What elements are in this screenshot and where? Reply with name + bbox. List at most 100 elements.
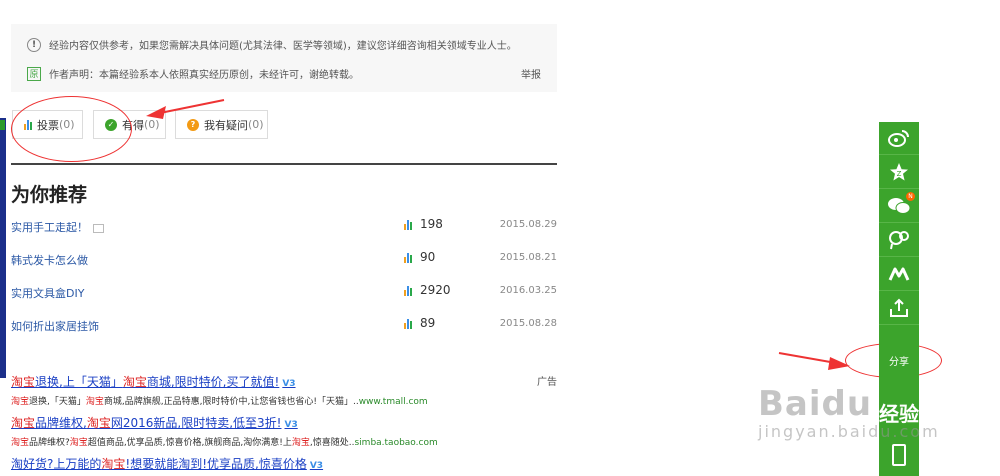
renren-icon [888, 267, 910, 281]
ad-title-part: 退换,上「天猫」 [35, 375, 123, 389]
ad-title-link[interactable]: 淘宝品牌维权,淘宝网2016新品,限时特卖,低至3折! V3 [11, 414, 557, 431]
new-badge: N [906, 192, 915, 201]
question-circle-icon: ? [187, 118, 199, 131]
ad-desc-part: 超值商品,优享品质,惊喜价格,旗舰商品,淘你满意!上 [87, 438, 292, 448]
ad-title-part: 淘宝 [86, 416, 111, 430]
ad-desc-part: ,惊喜随处.. [309, 438, 355, 448]
ad-title-link[interactable]: 淘宝退换,上「天猫」淘宝商城,限时特价,买了就值! V3 [11, 373, 557, 390]
ad-url[interactable]: simba.taobao.com [354, 438, 437, 448]
share-wechat-button[interactable]: N [879, 190, 919, 223]
recommend-title-text: 如何折出家居挂饰 [11, 320, 99, 333]
author-statement-text: 作者声明：本篇经验系本人依照真实经历原创，未经许可，谢绝转载。 [49, 70, 359, 81]
share-renren-button[interactable] [879, 258, 919, 291]
view-count: 89 [404, 316, 435, 330]
recommend-row: 实用文具盒DIY 2920 2016.03.25 [11, 283, 557, 303]
image-icon [93, 223, 104, 233]
share-button[interactable]: 分享 [879, 344, 919, 377]
view-count-value: 2920 [420, 283, 451, 297]
svg-text:Z: Z [897, 170, 902, 178]
recommend-date: 2016.03.25 [499, 285, 557, 296]
verified-badge: V3 [309, 461, 324, 471]
bar-chart-icon [404, 318, 412, 329]
share-qzone-button[interactable]: Z [879, 156, 919, 189]
ad-item: 淘宝退换,上「天猫」淘宝商城,限时特价,买了就值! V3 淘宝退换,「天猫」淘宝商城… [11, 373, 557, 407]
recommend-link[interactable]: 实用手工走起！ [11, 219, 104, 235]
view-count: 198 [404, 217, 443, 231]
verified-badge: V3 [282, 379, 296, 389]
ad-title-part: 商城,限时特价,买了就值! [146, 375, 280, 389]
view-count-value: 90 [420, 250, 436, 264]
left-edge-strip [0, 118, 6, 378]
share-upload-button[interactable] [879, 292, 919, 325]
ad-title-part: 淘宝 [101, 457, 126, 471]
qzone-star-icon: Z [890, 163, 908, 181]
ad-title-part: 网2016新品,限时特卖,低至3折! [110, 416, 282, 430]
section-divider [11, 163, 557, 165]
recommend-row: 如何折出家居挂饰 89 2015.08.28 [11, 316, 557, 336]
report-link[interactable]: 举报 [521, 66, 541, 81]
ad-title-part: 淘宝 [122, 375, 147, 389]
share-weibo-button[interactable] [879, 122, 919, 155]
ad-description: 淘宝品牌维权?淘宝超值商品,优享品质,惊喜价格,旗舰商品,淘你满意!上淘宝,惊喜… [11, 435, 557, 448]
recommend-link[interactable]: 实用文具盒DIY [11, 285, 84, 301]
ad-title-link[interactable]: 淘好货?上万能的淘宝!想要就能淘到!优享品质,惊喜价格 V3 [11, 455, 557, 472]
recommend-title: 为你推荐 [11, 184, 88, 206]
question-count: (0) [248, 118, 264, 131]
ad-label: 广告 [537, 377, 557, 388]
ad-title-part: 品牌维权, [35, 416, 87, 430]
ad-desc-part: 退换,「天猫」 [29, 397, 86, 407]
bar-chart-icon [404, 219, 412, 230]
view-count: 2920 [404, 283, 451, 297]
ad-desc-part: 淘宝 [85, 397, 104, 407]
ad-title-part: 淘好货?上万能的 [11, 457, 102, 471]
exclamation-icon: ! [27, 37, 41, 52]
ad-title-part: !想要就能淘到!优享品质,惊喜价格 [125, 457, 307, 471]
ad-desc-part: 淘宝 [69, 438, 88, 448]
recommend-title-text: 韩式发卡怎么做 [11, 254, 88, 267]
view-count-value: 89 [420, 316, 436, 330]
ad-title-part: 淘宝 [11, 416, 36, 430]
annotation-circle-vote [11, 96, 132, 162]
verified-badge: V3 [284, 420, 298, 430]
recommend-row: 实用手工走起！ 198 2015.08.29 [11, 217, 557, 237]
recommend-link[interactable]: 韩式发卡怎么做 [11, 252, 88, 268]
share-label: 分享 [889, 357, 909, 368]
ad-desc-part: 品牌维权? [29, 438, 70, 448]
question-button[interactable]: ? 我有疑问 (0) [175, 110, 268, 139]
watermark-url: jingyan.baidu.com [758, 422, 940, 441]
recommend-date: 2015.08.29 [499, 219, 557, 230]
ad-url[interactable]: www.tmall.com [359, 397, 428, 407]
ad-desc-part: 淘宝 [11, 397, 30, 407]
ad-item: 淘宝品牌维权,淘宝网2016新品,限时特卖,低至3折! V3 淘宝品牌维权?淘宝超值… [11, 414, 557, 448]
ad-description: 淘宝退换,「天猫」淘宝商城,品牌旗舰,正品特惠,限时特价中,让您省钱也省心!「天… [11, 394, 557, 407]
baidu-watermark: Baidu jingyan.baidu.com [758, 384, 940, 441]
phone-icon [892, 444, 906, 466]
weibo-icon [888, 130, 909, 147]
ad-title-part: 淘宝 [11, 375, 36, 389]
recommend-title-text: 实用手工走起！ [11, 221, 88, 234]
document-icon: 原 [27, 66, 41, 81]
upload-share-icon [890, 298, 908, 317]
ad-desc-part: 淘宝 [11, 438, 30, 448]
view-count: 90 [404, 250, 435, 264]
useful-count: (0) [144, 118, 160, 131]
ad-item: 淘好货?上万能的淘宝!想要就能淘到!优享品质,惊喜价格 V3 [11, 455, 557, 472]
share-tieba-button[interactable] [879, 224, 919, 257]
left-edge-marker [0, 120, 5, 130]
ad-desc-part: 商城,品牌旗舰,正品特惠,限时特价中,让您省钱也省心!「天猫」.. [103, 397, 359, 407]
recommend-row: 韩式发卡怎么做 90 2015.08.21 [11, 250, 557, 270]
disclaimer-row: ! 经验内容仅供参考，如果您需解决具体问题(尤其法律、医学等领域)，建议您详细咨… [27, 37, 517, 52]
recommend-date: 2015.08.21 [499, 252, 557, 263]
bar-chart-icon [404, 252, 412, 263]
arrow-to-share [778, 352, 850, 370]
recommend-title-text: 实用文具盒DIY [11, 287, 85, 300]
disclaimer-box: ! 经验内容仅供参考，如果您需解决具体问题(尤其法律、医学等领域)，建议您详细咨… [11, 24, 557, 92]
ad-desc-part: 淘宝 [291, 438, 310, 448]
bar-chart-icon [404, 285, 412, 296]
view-count-value: 198 [420, 217, 443, 231]
question-label: 我有疑问 [204, 118, 248, 132]
recommend-link[interactable]: 如何折出家居挂饰 [11, 318, 99, 334]
tieba-icon [889, 231, 909, 250]
author-statement-row: 原 作者声明：本篇经验系本人依照真实经历原创，未经许可，谢绝转载。 [27, 66, 359, 81]
disclaimer-text: 经验内容仅供参考，如果您需解决具体问题(尤其法律、医学等领域)，建议您详细咨询相… [49, 41, 517, 52]
